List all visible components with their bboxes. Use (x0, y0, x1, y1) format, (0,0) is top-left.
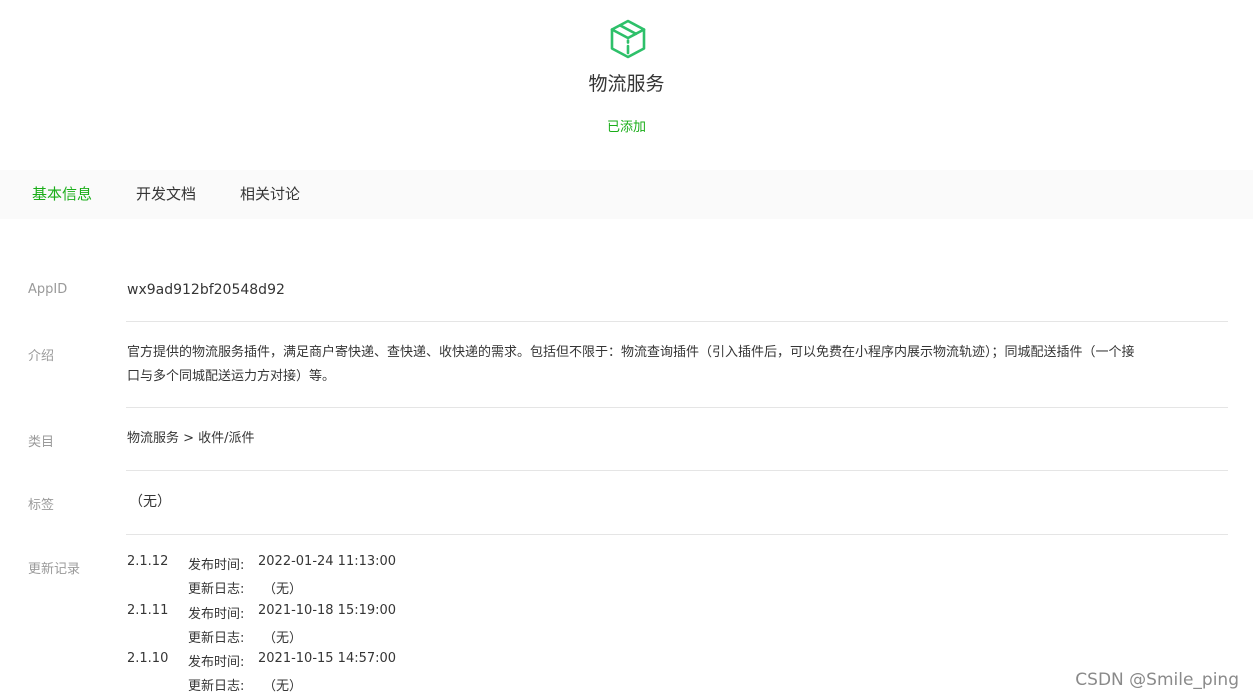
intro-text: 官方提供的物流服务插件，满足商户寄快递、查快递、收快递的需求。包括但不限于：物流… (127, 341, 1227, 389)
publish-time-key: 发布时间: (188, 607, 245, 622)
divider (126, 321, 1228, 322)
csdn-watermark: CSDN @Smile_ping (1075, 670, 1239, 690)
tab-bar: 基本信息 开发文档 相关讨论 (0, 170, 1253, 219)
changelog-version: 2.1.10 (127, 651, 169, 666)
changelog-version: 2.1.12 (127, 554, 169, 569)
update-log-key: 更新日志: (188, 679, 245, 694)
appid-label: AppID (28, 282, 68, 297)
tab-dev-docs[interactable]: 开发文档 (136, 170, 196, 219)
plugin-header: 物流服务 已添加 (0, 0, 1253, 170)
package-box-icon (610, 19, 646, 59)
intro-line-2: 口与多个同城配送运力方对接）等。 (127, 369, 336, 384)
divider (126, 534, 1228, 535)
intro-label: 介绍 (28, 349, 55, 364)
publish-time-key: 发布时间: (188, 655, 245, 670)
update-log-key: 更新日志: (188, 631, 245, 646)
intro-line-1: 官方提供的物流服务插件，满足商户寄快递、查快递、收快递的需求。包括但不限于：物流… (127, 345, 1135, 360)
category-value: 物流服务 > 收件/派件 (127, 431, 255, 446)
divider (126, 407, 1228, 408)
appid-value: wx9ad912bf20548d92 (127, 282, 285, 298)
publish-time-value: 2021-10-18 15:19:00 (258, 603, 397, 618)
changelog-label: 更新记录 (28, 562, 81, 577)
tab-basic-info[interactable]: 基本信息 (32, 170, 92, 219)
plugin-status-added: 已添加 (606, 120, 646, 135)
update-log-value: （无） (263, 582, 303, 597)
update-log-key: 更新日志: (188, 582, 245, 597)
changelog-version: 2.1.11 (127, 603, 169, 618)
plugin-title: 物流服务 (588, 73, 665, 95)
update-log-value: （无） (263, 631, 303, 646)
divider (126, 470, 1228, 471)
tags-value: （无） (129, 494, 171, 510)
tags-label: 标签 (28, 498, 55, 513)
tab-discussions[interactable]: 相关讨论 (240, 170, 300, 219)
publish-time-value: 2021-10-15 14:57:00 (258, 651, 397, 666)
category-label: 类目 (28, 435, 55, 450)
publish-time-key: 发布时间: (188, 558, 245, 573)
publish-time-value: 2022-01-24 11:13:00 (258, 554, 397, 569)
update-log-value: （无） (263, 679, 303, 694)
